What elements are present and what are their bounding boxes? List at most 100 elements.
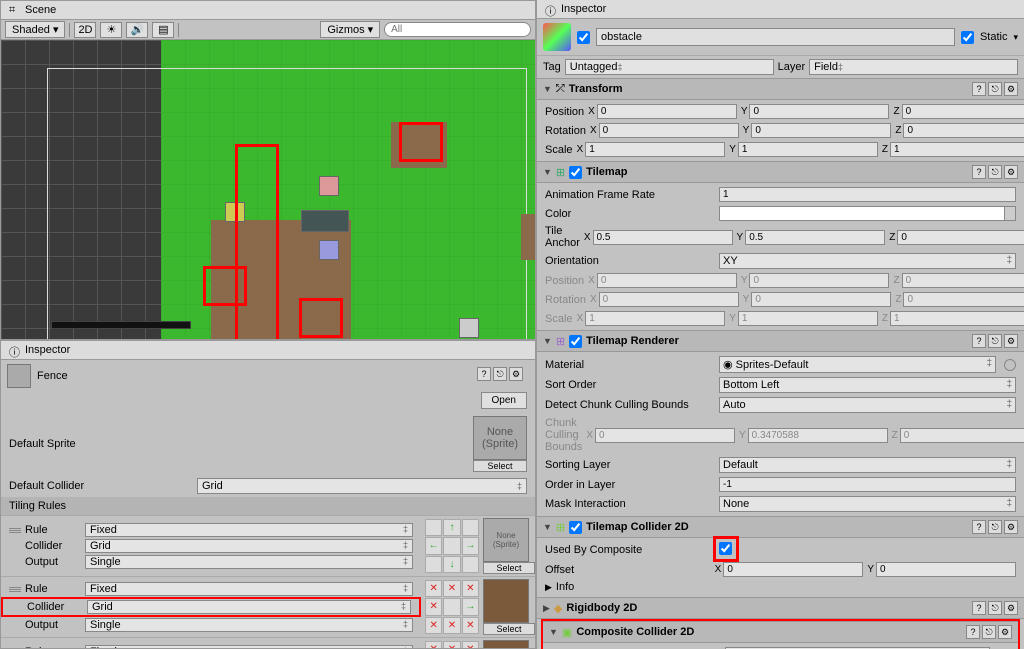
preset-icon[interactable]: ⎋ xyxy=(988,165,1002,179)
shaded-dropdown[interactable]: Shaded▾ xyxy=(5,21,65,38)
default-sprite-label: Default Sprite xyxy=(9,438,189,450)
collider2d-enable[interactable] xyxy=(569,521,582,534)
gizmos-dropdown[interactable]: Gizmos▾ xyxy=(320,21,380,38)
scene-search[interactable] xyxy=(384,22,531,37)
rule-neighbors[interactable]: ✕✕✕←✕✕✕✕ xyxy=(425,641,479,649)
gear-icon[interactable]: ⚙ xyxy=(1004,601,1018,615)
rule-neighbors[interactable]: ✕✕✕✕→✕✕✕ xyxy=(425,580,479,634)
renderer-header[interactable]: ▼⊞ Tilemap Renderer ?⎋⚙ xyxy=(537,330,1024,352)
dccb-dropdown[interactable]: Auto xyxy=(719,397,1016,413)
rule-dropdown[interactable]: Fixed xyxy=(85,645,413,649)
preset-icon[interactable]: ⎋ xyxy=(988,82,1002,96)
offset-y[interactable] xyxy=(876,562,1016,577)
static-toggle[interactable] xyxy=(961,31,974,44)
gear-icon[interactable]: ⚙ xyxy=(1004,82,1018,96)
help-icon[interactable]: ? xyxy=(966,625,980,639)
gear-icon[interactable]: ⚙ xyxy=(1004,165,1018,179)
help-icon[interactable]: ? xyxy=(972,334,986,348)
select-sprite-button[interactable]: Select xyxy=(473,460,527,472)
pos-y[interactable] xyxy=(749,104,889,119)
material-field[interactable]: ◉ Sprites-Default xyxy=(719,356,996,373)
anchor-z[interactable] xyxy=(897,230,1024,245)
rule-sprite[interactable] xyxy=(483,579,529,623)
info-foldout[interactable]: Info xyxy=(556,581,574,593)
anchor-y[interactable] xyxy=(745,230,885,245)
active-toggle[interactable] xyxy=(577,31,590,44)
static-label: Static xyxy=(980,31,1008,43)
help-icon[interactable]: ? xyxy=(972,82,986,96)
preset-icon[interactable]: ⎋ xyxy=(988,334,1002,348)
help-icon[interactable]: ? xyxy=(972,601,986,615)
preset-icon[interactable]: ⎋ xyxy=(988,520,1002,534)
tilemap-enable[interactable] xyxy=(569,166,582,179)
open-button[interactable]: Open xyxy=(481,392,527,409)
rule-tile-inspector: ⓘ Inspector Fence ? ⎋ ⚙ Open Default Spr… xyxy=(0,340,536,649)
inspector-tab-bottom[interactable]: ⓘ Inspector xyxy=(1,341,535,360)
gear-icon[interactable]: ⚙ xyxy=(1004,334,1018,348)
composite-header[interactable]: ▼▣ Composite Collider 2D ?⎋⚙ xyxy=(543,621,1018,643)
scl-y[interactable] xyxy=(738,142,878,157)
default-collider-dropdown[interactable]: Grid xyxy=(197,478,527,494)
rule-dropdown[interactable]: Fixed xyxy=(85,523,413,537)
order-field[interactable] xyxy=(719,477,1016,492)
fx-toggle[interactable]: ▤ xyxy=(152,22,174,38)
gear-icon[interactable]: ⚙ xyxy=(1004,520,1018,534)
gameobject-name-field[interactable] xyxy=(596,28,955,46)
lighting-toggle[interactable]: ☀ xyxy=(100,22,122,38)
rigidbody-header[interactable]: ▶◆ Rigidbody 2D ?⎋⚙ xyxy=(537,597,1024,619)
object-picker-icon[interactable] xyxy=(1004,359,1016,371)
rot-x[interactable] xyxy=(599,123,739,138)
tag-dropdown[interactable]: Untagged xyxy=(565,59,774,75)
mask-dropdown[interactable]: None xyxy=(719,496,1016,512)
tiling-rules-header: Tiling Rules xyxy=(1,497,535,515)
scene-tab-label: Scene xyxy=(25,4,56,16)
pos-x[interactable] xyxy=(597,104,737,119)
scl-z[interactable] xyxy=(890,142,1024,157)
gear-icon[interactable]: ⚙ xyxy=(998,625,1012,639)
preset-icon[interactable]: ⎋ xyxy=(493,367,507,381)
output-dropdown[interactable]: Single xyxy=(85,618,413,632)
collider-dropdown[interactable]: Grid xyxy=(87,600,411,614)
orientation-dropdown[interactable]: XY xyxy=(719,253,1016,269)
audio-toggle[interactable]: 🔊 xyxy=(126,22,148,38)
rule-select-button[interactable]: Select xyxy=(483,562,535,574)
rule-neighbors[interactable]: ↑←→↓ xyxy=(425,519,479,573)
help-icon[interactable]: ? xyxy=(972,165,986,179)
default-sprite-field[interactable]: None (Sprite) xyxy=(473,416,527,460)
rule-sprite[interactable] xyxy=(483,640,529,649)
gear-icon[interactable]: ⚙ xyxy=(509,367,523,381)
asset-icon xyxy=(7,364,31,388)
rule-select-button[interactable]: Select xyxy=(483,623,535,635)
rule-dropdown[interactable]: Fixed xyxy=(85,582,413,596)
rule-sprite[interactable]: None (Sprite) xyxy=(483,518,529,562)
sorting-layer-dropdown[interactable]: Default xyxy=(719,457,1016,473)
output-dropdown[interactable]: Single xyxy=(85,555,413,569)
help-icon[interactable]: ? xyxy=(972,520,986,534)
scene-tab[interactable]: ⌗ Scene xyxy=(1,1,535,20)
rot-z[interactable] xyxy=(903,123,1024,138)
help-icon[interactable]: ? xyxy=(477,367,491,381)
offset-x[interactable] xyxy=(723,562,863,577)
transform-icon: ⤱ xyxy=(556,83,565,96)
sort-dropdown[interactable]: Bottom Left xyxy=(719,377,1016,393)
color-field[interactable] xyxy=(719,206,1016,221)
transform-header[interactable]: ▼⤱ Transform ?⎋⚙ xyxy=(537,78,1024,100)
collider2d-header[interactable]: ▼⊞ Tilemap Collider 2D ?⎋⚙ xyxy=(537,516,1024,538)
scene-view[interactable] xyxy=(1,40,535,339)
gameobject-icon xyxy=(543,23,571,51)
rot-y[interactable] xyxy=(751,123,891,138)
scl-x[interactable] xyxy=(585,142,725,157)
2d-toggle[interactable]: 2D xyxy=(74,22,96,38)
asset-name: Fence xyxy=(37,370,465,382)
afr-field[interactable] xyxy=(719,187,1016,202)
pos-z[interactable] xyxy=(902,104,1024,119)
preset-icon[interactable]: ⎋ xyxy=(982,625,996,639)
anchor-x[interactable] xyxy=(593,230,733,245)
tag-label: Tag xyxy=(543,61,561,73)
tilemap-header[interactable]: ▼⊞ Tilemap ?⎋⚙ xyxy=(537,161,1024,183)
renderer-enable[interactable] xyxy=(569,335,582,348)
inspector-tab[interactable]: ⓘ Inspector xyxy=(537,0,1024,19)
layer-dropdown[interactable]: Field xyxy=(809,59,1018,75)
collider-dropdown[interactable]: Grid xyxy=(85,539,413,553)
preset-icon[interactable]: ⎋ xyxy=(988,601,1002,615)
